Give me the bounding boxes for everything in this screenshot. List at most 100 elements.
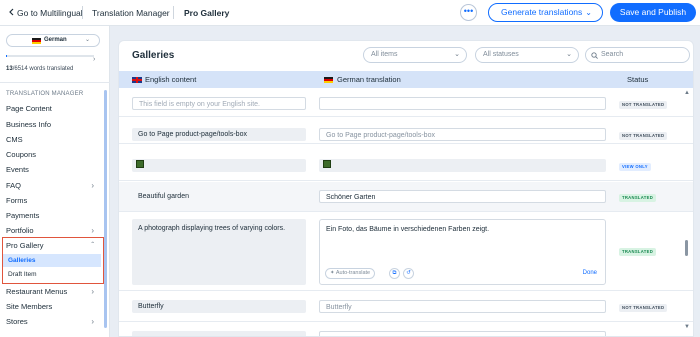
scroll-down-arrow-icon[interactable]: ▼ (684, 324, 690, 330)
translation-input[interactable] (319, 97, 606, 110)
items-filter-dropdown[interactable]: All items ⌄ (363, 47, 467, 63)
sidebar-item-page-content[interactable]: Page Content (6, 102, 102, 116)
copy-icon[interactable]: ⧉ (389, 268, 400, 279)
german-flag-icon (32, 38, 41, 44)
sidebar-item-restaurant-menus[interactable]: Restaurant Menus › (6, 285, 102, 299)
sidebar-item-label: Restaurant Menus (6, 287, 68, 296)
sidebar-item-label: Portfolio (6, 226, 34, 235)
column-header-status: Status (627, 75, 649, 84)
translation-input[interactable]: Schöner Garten (319, 190, 606, 203)
sidebar-item-label: FAQ (6, 181, 22, 190)
auto-translate-button[interactable]: ✦ Auto-translate (325, 268, 376, 279)
done-button[interactable]: Done (583, 268, 597, 278)
divider (173, 6, 174, 19)
sidebar-item-forms[interactable]: Forms (6, 194, 102, 208)
search-input[interactable]: Search (585, 47, 690, 63)
items-filter-label: All items (371, 51, 398, 58)
words-done: 13 (6, 66, 13, 72)
language-label: German (44, 37, 67, 43)
table-scrollbar[interactable] (685, 240, 688, 256)
breadcrumb-section: Translation Manager (92, 8, 170, 18)
column-header-source: English content (132, 71, 196, 88)
chevron-right-icon[interactable]: › (93, 56, 95, 63)
translation-input[interactable]: Go to Page product-page/tools-box (319, 128, 606, 141)
sidebar-item-stores[interactable]: Stores › (6, 315, 102, 329)
divider (82, 6, 83, 19)
back-arrow-icon[interactable] (8, 8, 15, 18)
status-badge: NOT TRANSLATED (619, 132, 668, 140)
generate-translations-button[interactable]: Generate translations ⌄ (488, 3, 603, 22)
translation-textarea[interactable]: Ein Foto, das Bäume in verschiedenen Far… (319, 219, 606, 285)
table-row: Butterfly Butterfly NOT TRANSLATED (119, 292, 693, 322)
sidebar-item-coupons[interactable]: Coupons (6, 148, 102, 162)
source-cell: A photograph displaying trees of varying… (132, 219, 306, 285)
uk-flag-icon (132, 77, 142, 84)
reset-icon[interactable]: ↺ (403, 268, 414, 279)
search-placeholder: Search (601, 51, 624, 58)
source-cell (132, 331, 306, 336)
words-total: /6514 words translated (12, 66, 74, 72)
translation-input[interactable] (319, 331, 606, 336)
table-header: English content German translation Statu… (119, 71, 693, 88)
words-translated-count: 13/6514 words translated (6, 66, 73, 72)
table-row (119, 323, 693, 336)
column-header-target: German translation (324, 71, 401, 88)
language-dropdown[interactable]: German ⌄ (6, 34, 100, 47)
page-title: Pro Gallery (184, 8, 230, 18)
save-and-publish-button[interactable]: Save and Publish (610, 3, 696, 22)
chevron-right-icon: › (91, 317, 94, 326)
source-cell: Butterfly (132, 300, 306, 313)
back-to-multilingual-link[interactable]: Go to Multilingual (17, 8, 83, 18)
table-row: This field is empty on your English site… (119, 89, 693, 117)
status-badge: NOT TRANSLATED (619, 304, 668, 312)
chevron-right-icon: › (91, 181, 94, 190)
chevron-down-icon: ⌄ (454, 51, 460, 58)
image-thumbnail (136, 160, 144, 169)
more-actions-button[interactable]: ••• (460, 4, 477, 21)
chevron-down-icon: ⌄ (566, 51, 572, 58)
chevron-right-icon: › (91, 226, 94, 235)
status-badge: TRANSLATED (619, 248, 657, 256)
image-thumbnail (323, 160, 331, 169)
translation-manager-heading: TRANSLATION MANAGER (6, 91, 84, 97)
sidebar-item-portfolio[interactable]: Portfolio › (6, 224, 102, 238)
sidebar-item-cms[interactable]: CMS (6, 133, 102, 147)
words-progress-bar (6, 55, 94, 57)
status-badge: NOT TRANSLATED (619, 101, 668, 109)
sidebar-item-events[interactable]: Events (6, 163, 102, 177)
source-cell: This field is empty on your English site… (132, 97, 306, 110)
sidebar-item-payments[interactable]: Payments (6, 209, 102, 223)
source-cell: Beautiful garden (138, 193, 189, 200)
source-image-cell (132, 159, 306, 172)
chevron-right-icon: › (91, 287, 94, 296)
sidebar-item-business-info[interactable]: Business Info (6, 118, 102, 132)
status-badge: VIEW ONLY (619, 163, 651, 171)
source-cell: Go to Page product-page/tools-box (132, 128, 306, 141)
highlight-box (2, 237, 104, 284)
panel-title: Galleries (132, 50, 175, 61)
sidebar-scrollbar[interactable] (104, 90, 107, 328)
chevron-down-icon: ⌄ (84, 37, 90, 43)
top-bar: Go to Multilingual Translation Manager P… (0, 0, 700, 26)
table-row: VIEW ONLY (119, 145, 693, 181)
divider (0, 82, 110, 83)
translation-input[interactable]: Butterfly (319, 300, 606, 313)
table-row: Go to Page product-page/tools-box Go to … (119, 118, 693, 144)
progress-fill (6, 55, 7, 57)
search-icon (591, 52, 598, 59)
sidebar-item-site-members[interactable]: Site Members (6, 300, 102, 314)
status-filter-dropdown[interactable]: All statuses ⌄ (475, 47, 579, 63)
german-flag-icon (324, 77, 333, 84)
translation-text: Ein Foto, das Bäume in verschiedenen Far… (326, 226, 490, 233)
status-filter-label: All statuses (483, 51, 519, 58)
translation-image-cell (319, 159, 606, 172)
scroll-up-arrow-icon[interactable]: ▲ (684, 90, 690, 96)
sidebar-item-faq[interactable]: FAQ › (6, 179, 102, 193)
table-row: Beautiful garden Schöner Garten TRANSLAT… (119, 182, 693, 212)
galleries-panel: Galleries All items ⌄ All statuses ⌄ Sea… (118, 40, 694, 337)
table-row: A photograph displaying trees of varying… (119, 213, 693, 291)
sidebar: German ⌄ › 13/6514 words translated TRAN… (0, 26, 110, 337)
chevron-down-icon: ⌄ (585, 8, 592, 17)
status-badge: TRANSLATED (619, 194, 657, 202)
generate-translations-label: Generate translations (501, 7, 583, 17)
